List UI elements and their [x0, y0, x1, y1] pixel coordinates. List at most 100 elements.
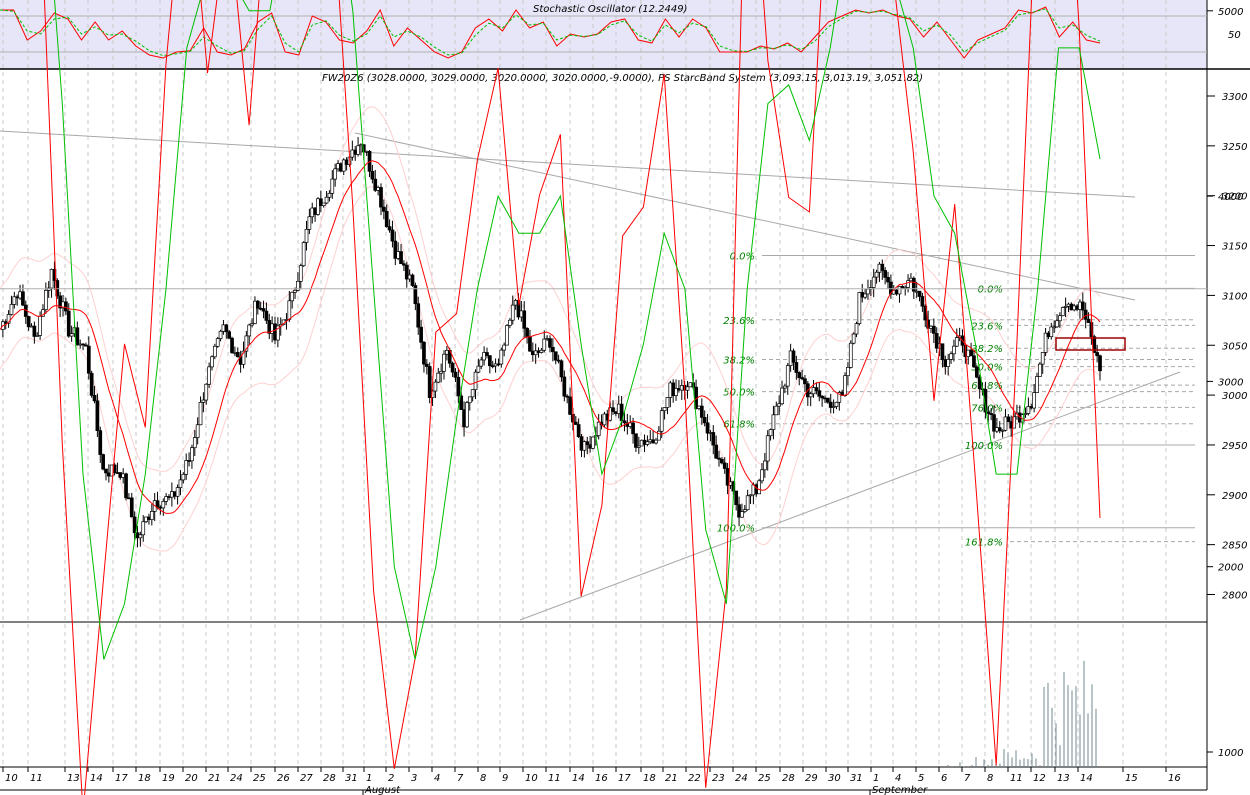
candle-body — [230, 337, 234, 354]
x-tick-label: 10 — [525, 773, 538, 784]
candle-body — [307, 216, 312, 230]
candle-body — [1080, 301, 1085, 311]
x-tick-label: 16 — [1168, 773, 1181, 784]
candle-body — [327, 192, 332, 198]
candle-body — [771, 414, 776, 430]
y-tick-label: 3050 — [1222, 341, 1247, 352]
candle-body — [138, 534, 143, 539]
candle-body — [1037, 363, 1042, 377]
candle-body — [456, 376, 461, 397]
x-tick-label: 31 — [345, 773, 358, 784]
candle-body — [124, 473, 128, 499]
candle-body — [657, 430, 661, 441]
candle-body — [86, 345, 91, 374]
candle-body — [1086, 318, 1091, 323]
trendline — [0, 130, 1136, 198]
candle-body — [634, 433, 638, 448]
oscillator-tick-label: 3000 — [1218, 377, 1243, 388]
candle-body — [301, 242, 306, 267]
candle-body — [190, 447, 194, 462]
trendline — [354, 132, 1136, 301]
candle-body — [1040, 352, 1045, 365]
x-tick-label: 20 — [185, 773, 198, 784]
y-tick-label: 3000 — [1222, 391, 1247, 402]
candle-body — [834, 401, 839, 407]
x-tick-label: 18 — [138, 773, 151, 784]
candle-body — [745, 495, 750, 511]
fib-level-label: 0.0% — [978, 284, 1003, 295]
candle-body — [32, 325, 37, 337]
candle-body — [333, 168, 338, 180]
candle-body — [785, 365, 790, 387]
candle-body — [192, 437, 197, 449]
candle-body — [699, 405, 704, 418]
candle-body — [1032, 392, 1036, 409]
candle-body — [224, 324, 229, 333]
candle-body — [505, 325, 509, 346]
candle-body — [204, 383, 209, 401]
candle-body — [1049, 326, 1054, 338]
candle-body — [920, 296, 925, 307]
x-tick-label: 11 — [548, 773, 561, 784]
candle-body — [817, 390, 822, 397]
x-tick-label: 8 — [987, 773, 993, 784]
candle-body — [880, 263, 885, 271]
candle-body — [522, 310, 527, 329]
x-tick-label: 7 — [457, 773, 464, 784]
candle-body — [26, 316, 31, 328]
candle-body — [760, 469, 764, 482]
candle-body — [485, 352, 489, 356]
candle-body — [424, 363, 429, 367]
x-tick-label: 22 — [688, 773, 701, 784]
candle-body — [149, 511, 154, 520]
x-tick-label: 9 — [502, 773, 508, 784]
candle-body — [470, 389, 475, 398]
candle-body — [525, 327, 529, 337]
x-tick-label: 21 — [208, 773, 221, 784]
candle-body — [64, 301, 68, 312]
candle-body — [886, 277, 890, 283]
candle-body — [1035, 376, 1039, 394]
chart-canvas: 10 11 13 14 17 18 19 20 21 24 25 26 27 28 31 1 2 3 4 7 8 9 10 1… — [0, 0, 1250, 795]
month-label: August — [364, 785, 401, 795]
candle-body — [473, 371, 478, 390]
candle-body — [843, 375, 847, 396]
candle-body — [218, 330, 223, 339]
candle-body — [791, 350, 796, 363]
candle-body — [946, 359, 951, 367]
candle-body — [911, 277, 916, 292]
candle-body — [848, 342, 853, 368]
candle-body — [662, 407, 667, 412]
x-tick-label: 8 — [480, 773, 486, 784]
x-tick-label: 13 — [1057, 773, 1070, 784]
candle-body — [722, 462, 727, 469]
candle-body — [665, 397, 670, 408]
candle-body — [940, 343, 945, 361]
x-tick-label: 7 — [964, 773, 971, 784]
candle-body — [75, 327, 80, 346]
candle-body — [129, 497, 134, 518]
candle-body — [198, 402, 203, 426]
x-tick-label: 17 — [618, 773, 631, 784]
candle-body — [247, 324, 252, 337]
candle-body — [1095, 352, 1099, 357]
x-tick-label: 5 — [918, 773, 924, 784]
candle-body — [685, 386, 690, 391]
candle-body — [711, 432, 716, 446]
candle-body — [874, 271, 879, 278]
x-tick-label: 26 — [277, 773, 290, 784]
candle-body — [1058, 315, 1062, 322]
candle-body — [184, 460, 189, 475]
x-tick-label: 21 — [665, 773, 678, 784]
candle-body — [952, 345, 956, 355]
x-tick-label: 1 — [873, 773, 879, 784]
candle-body — [499, 349, 504, 365]
candle-body — [212, 345, 217, 358]
candle-body — [207, 366, 211, 385]
y-tick-label: 2850 — [1222, 541, 1247, 552]
x-tick-label: 4 — [434, 773, 440, 784]
y-tick-label: 2900 — [1222, 491, 1247, 502]
oscillator-tick-label: 4000 — [1218, 192, 1243, 203]
candle-body — [399, 251, 403, 265]
candle-body — [585, 441, 590, 446]
